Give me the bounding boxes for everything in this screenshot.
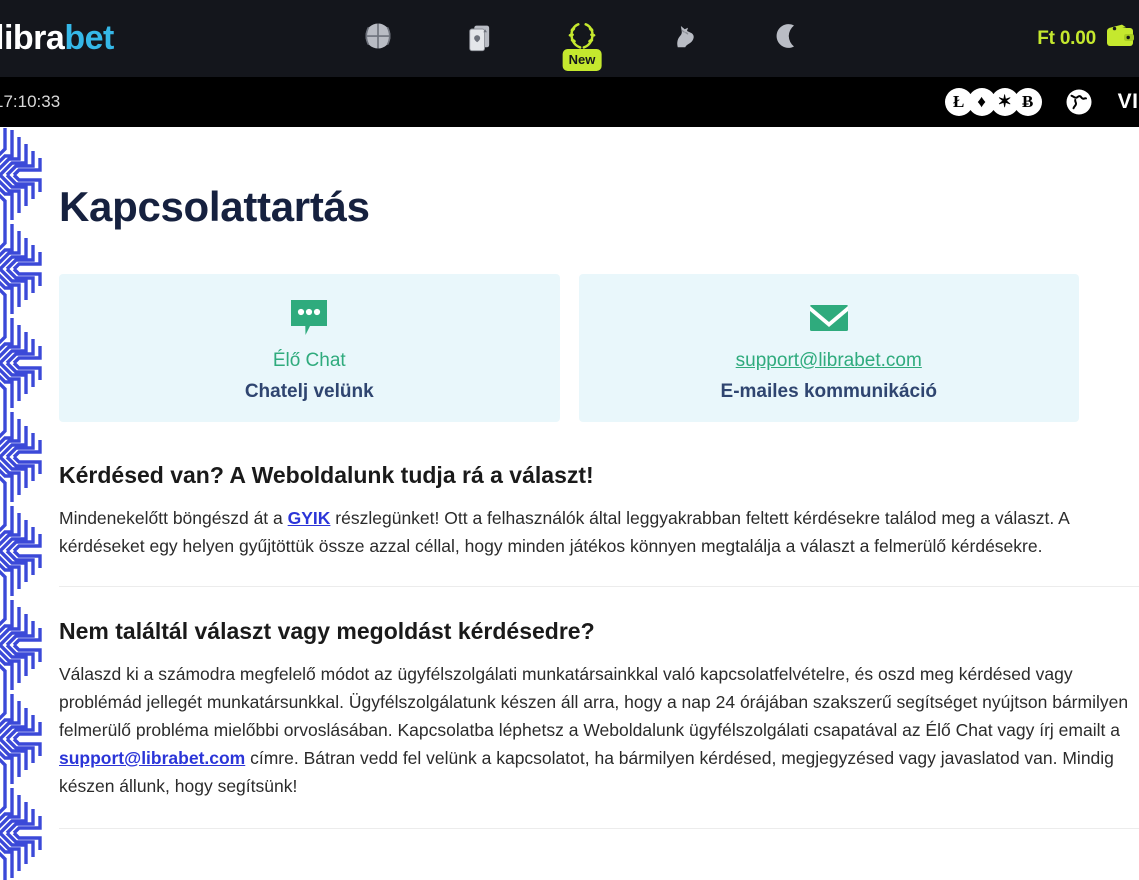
divider-one [59, 586, 1139, 587]
basketball-icon [363, 21, 393, 51]
playing-cards-icon [466, 21, 494, 53]
envelope-icon [806, 296, 852, 340]
subbar-right-group: Ł ♦ ✶ Ƀ VIP [944, 77, 1139, 127]
globe-icon[interactable] [1064, 87, 1094, 117]
laurel-wreath-icon [566, 21, 598, 51]
section-heading-contact: Nem találtál választ vagy megoldást kérd… [59, 618, 595, 644]
primary-nav: New [360, 0, 804, 77]
nav-item-horse-racing[interactable] [666, 15, 702, 63]
logo-text-bet: bet [64, 19, 114, 57]
section-paragraph-faq: Mindenekelőtt böngészd át a GYIK részleg… [59, 508, 1069, 556]
logo-text-libra: libra [0, 19, 65, 57]
main-content: Kapcsolattartás Élő Chat Chatelj velünk [0, 128, 1139, 880]
crypto-icons-group[interactable]: Ł ♦ ✶ Ƀ [944, 88, 1042, 116]
live-chat-subtitle: Chatelj velünk [244, 381, 374, 402]
email-subtitle: E-mailes kommunikáció [720, 381, 937, 402]
secondary-bar: 17:10:33 Ł ♦ ✶ Ƀ VIP [0, 77, 1139, 127]
live-chat-link[interactable]: Élő Chat [273, 349, 346, 373]
horse-head-icon [669, 21, 699, 51]
clock-display: 17:10:33 [0, 92, 61, 111]
email-link[interactable]: support@librabet.com [736, 349, 922, 373]
bitcoin-icon[interactable]: Ƀ [1013, 88, 1042, 116]
nav-item-sports[interactable] [360, 15, 396, 63]
contact-card-live-chat[interactable]: Élő Chat Chatelj velünk [59, 274, 560, 422]
section-heading-faq: Kérdésed van? A Weboldalunk tudja rá a v… [59, 462, 594, 488]
site-header: librabet New Ft 0.00 [0, 0, 1139, 77]
contact-card-email[interactable]: support@librabet.com E-mailes kommunikác… [578, 274, 1079, 422]
balance-area[interactable]: Ft 0.00 [1037, 0, 1135, 77]
site-logo[interactable]: librabet [0, 18, 114, 58]
nav-item-crescent[interactable] [768, 15, 804, 63]
section-paragraph-contact: Válaszd ki a számodra megfelelő módot az… [59, 664, 1129, 796]
inline-link-1[interactable]: support@librabet.com [59, 748, 245, 768]
wallet-icon[interactable] [1105, 23, 1135, 54]
chat-bubble-icon [286, 296, 332, 340]
nav-item-new-games[interactable]: New [562, 15, 602, 71]
crescent-icon [771, 21, 801, 51]
divider-two [59, 828, 1139, 829]
page-root: librabet New Ft 0.00 17:10:33 Ł ♦ ✶ Ƀ VI… [0, 0, 1139, 880]
new-badge: New [562, 48, 602, 71]
balance-amount: Ft 0.00 [1037, 27, 1096, 49]
page-title: Kapcsolattartás [59, 183, 370, 230]
inline-link-1[interactable]: GYIK [288, 508, 331, 528]
vip-label[interactable]: VIP [1118, 90, 1139, 114]
nav-item-casino[interactable] [462, 15, 498, 63]
contact-cards: Élő Chat Chatelj velünk support@librabet… [59, 274, 1139, 422]
